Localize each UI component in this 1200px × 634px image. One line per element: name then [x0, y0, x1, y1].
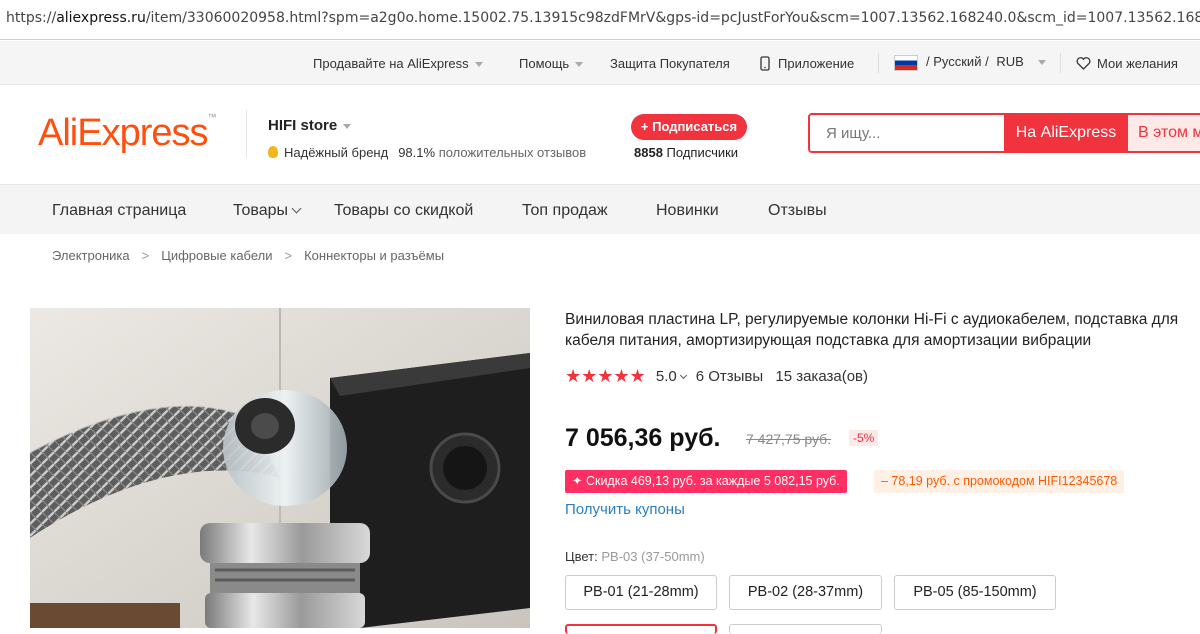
address-bar[interactable]: https://aliexpress.ru/item/33060020958.h… — [0, 0, 1200, 40]
subscriber-label: Подписчики — [666, 145, 739, 160]
chevron-down-icon — [1037, 60, 1046, 66]
option-pb-03-selected[interactable] — [565, 624, 717, 634]
color-label-text: Цвет: — [565, 549, 598, 564]
sell-on-aliexpress-link[interactable]: Продавайте на AliExpress — [313, 56, 483, 71]
get-coupons-link[interactable]: Получить купоны — [565, 501, 685, 518]
search-aliexpress-button[interactable]: На AliExpress — [1004, 115, 1128, 151]
url-scheme: https:// — [6, 10, 57, 26]
subscribe-button[interactable]: + Подписаться — [631, 114, 747, 140]
search-input[interactable] — [810, 115, 1004, 151]
heart-icon — [1076, 57, 1091, 70]
russia-flag-icon — [894, 54, 918, 71]
divider — [1060, 53, 1061, 73]
chevron-right-icon: > — [284, 248, 293, 263]
sell-label: Продавайте на AliExpress — [313, 56, 469, 71]
store-rating: Надёжный бренд 98.1% положительных отзыво… — [268, 145, 586, 160]
reviews-link[interactable]: 6 Отзывы — [696, 368, 763, 385]
currency-label: RUB — [996, 54, 1024, 69]
positive-percent: 98.1% — [398, 145, 436, 160]
breadcrumb-digital-cables[interactable]: Цифровые кабели — [161, 248, 272, 263]
discount-badge: -5% — [849, 430, 879, 446]
product-image[interactable] — [30, 308, 530, 628]
promo-code-tag[interactable]: – 78,19 руб. с промокодом HIFI12345678 — [874, 470, 1125, 493]
store-name-label: HIFI store — [268, 117, 338, 134]
locale-selector[interactable]: / Русский / RUB — [894, 54, 1046, 71]
language-label: / Русский / — [926, 54, 989, 69]
url-path: /item/33060020958.html?spm=a2g0o.home.15… — [145, 10, 1200, 26]
url-domain: aliexpress.ru — [56, 10, 146, 26]
nav-products-label: Товары — [233, 202, 289, 219]
subscriber-count: 8858 Подписчики — [634, 145, 738, 160]
app-label: Приложение — [778, 56, 855, 71]
logo-text: AliExpress — [38, 112, 208, 154]
store-header: AliExpress™ HIFI store Надёжный бренд 98.… — [0, 86, 1200, 184]
current-price: 7 056,36 руб. — [565, 424, 721, 452]
rating-value[interactable]: 5.0 — [656, 368, 677, 385]
wishlist-label: Мои желания — [1097, 56, 1178, 71]
chevron-down-icon — [291, 203, 302, 214]
product-title: Виниловая пластина LP, регулируемые коло… — [565, 311, 1179, 349]
divider — [878, 53, 879, 73]
rating-summary: ★★★★★ 5.0 6 Отзывы 15 заказа(ов) — [565, 366, 868, 386]
brand-badge: Надёжный бренд — [284, 145, 389, 160]
nav-products[interactable]: Товары — [233, 202, 302, 220]
color-label: Цвет: PB-03 (37-50mm) — [565, 549, 705, 564]
chevron-down-icon — [474, 62, 483, 68]
rating-stars: ★★★★★ — [565, 366, 646, 386]
breadcrumb-connectors[interactable]: Коннекторы и разъёмы — [304, 248, 444, 263]
positive-label: положительных отзывов — [438, 145, 587, 160]
option-pb-02[interactable]: PB-02 (28-37mm) — [729, 575, 882, 610]
app-link[interactable]: Приложение — [760, 56, 854, 71]
help-link[interactable]: Помощь — [519, 56, 584, 71]
buyer-protection-link[interactable]: Защита Покупателя — [610, 56, 730, 71]
store-main-nav: Главная страница Товары Товары со скидко… — [0, 184, 1200, 234]
search-box: На AliExpress В этом м — [808, 113, 1200, 153]
chevron-down-icon — [679, 371, 687, 380]
subscriber-number: 8858 — [634, 145, 663, 160]
aliexpress-logo[interactable]: AliExpress™ — [38, 112, 217, 155]
nav-new[interactable]: Новинки — [656, 202, 719, 220]
breadcrumb-electronics[interactable]: Электроника — [52, 248, 130, 263]
nav-home[interactable]: Главная страница — [52, 202, 186, 220]
store-name[interactable]: HIFI store — [268, 117, 352, 134]
nav-reviews[interactable]: Отзывы — [768, 202, 827, 220]
option-pb-01[interactable]: PB-01 (21-28mm) — [565, 575, 717, 610]
wishlist-link[interactable]: Мои желания — [1076, 56, 1178, 71]
breadcrumb: Электроника > Цифровые кабели > Коннекторы и… — [52, 248, 444, 263]
chevron-down-icon — [575, 62, 584, 68]
product-photo-illustration — [30, 308, 530, 628]
phone-icon — [760, 56, 770, 71]
chevron-down-icon — [343, 123, 352, 129]
divider — [246, 110, 247, 158]
original-price: 7 427,75 руб. — [746, 431, 832, 447]
store-discount-tag[interactable]: ✦ Скидка 469,13 руб. за каждые 5 082,15 … — [565, 470, 847, 493]
nav-top-sales[interactable]: Топ продаж — [522, 202, 608, 220]
nav-discounted[interactable]: Товары со скидкой — [334, 202, 473, 220]
selected-color-value: PB-03 (37-50mm) — [601, 549, 705, 564]
orders-count: 15 заказа(ов) — [775, 368, 869, 385]
medal-icon — [268, 146, 278, 158]
option-next-row[interactable] — [729, 624, 882, 634]
top-utility-nav: Продавайте на AliExpress Помощь Защита П… — [0, 41, 1200, 85]
search-in-store-button[interactable]: В этом м — [1128, 115, 1200, 151]
chevron-right-icon: > — [141, 248, 150, 263]
help-label: Помощь — [519, 56, 570, 71]
trademark-mark: ™ — [207, 112, 217, 122]
option-pb-05[interactable]: PB-05 (85-150mm) — [894, 575, 1056, 610]
